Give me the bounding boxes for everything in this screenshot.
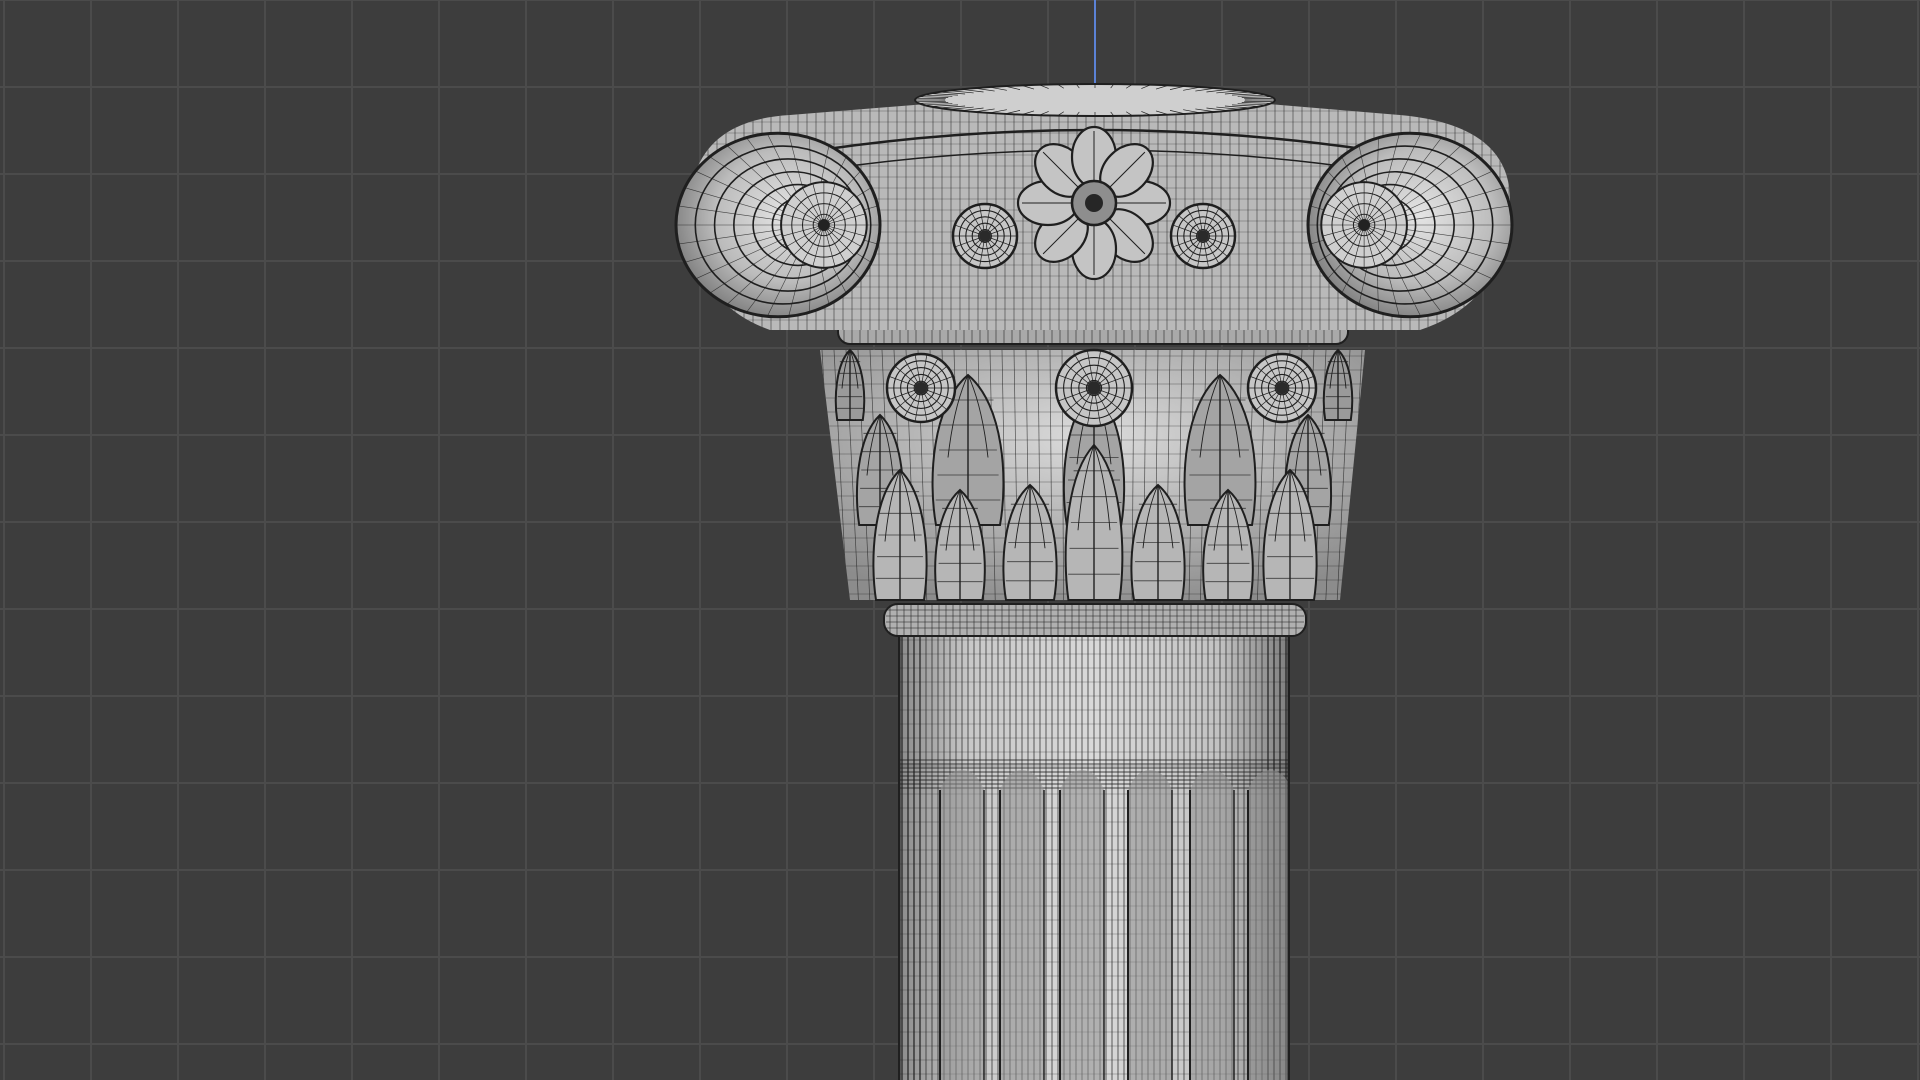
astragal-ring xyxy=(883,603,1307,637)
column-model[interactable] xyxy=(0,0,1920,1080)
flower-rosette xyxy=(1016,125,1172,281)
right-volute xyxy=(1306,131,1514,319)
acanthus-bowl xyxy=(820,348,1365,601)
3d-viewport[interactable] xyxy=(0,0,1920,1080)
left-volute xyxy=(674,131,882,319)
column-shaft xyxy=(898,632,1290,1080)
